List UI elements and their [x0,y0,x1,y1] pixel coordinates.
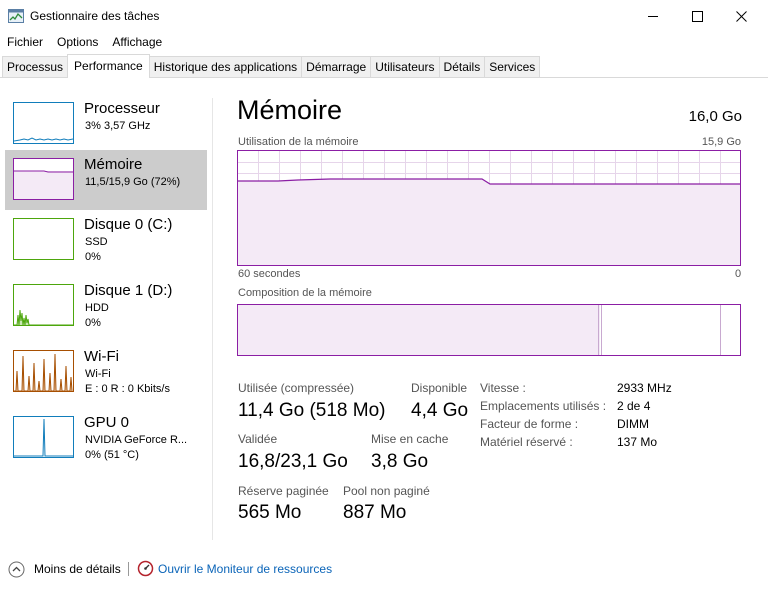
info-speed-label: Vitesse : [480,381,526,395]
stat-paged-label: Réserve paginée [238,484,329,498]
time-axis-left: 60 secondes [238,268,301,280]
close-icon [735,10,747,22]
tab-utilisateurs[interactable]: Utilisateurs [370,56,440,77]
info-reserved-label: Matériel réservé : [480,435,573,449]
sidebar-title: Disque 1 (D:) [84,282,173,299]
minimize-icon [647,15,658,17]
sidebar-subtitle: NVIDIA GeForce R... [85,434,188,446]
gpu-thumbnail-graph [13,416,74,458]
tab-demarrage[interactable]: Démarrage [301,56,372,77]
time-axis-right: 0 [735,268,742,280]
sidebar-title: Wi-Fi [84,348,119,365]
sidebar-item-wifi[interactable]: Wi-Fi Wi-Fi E : 0 R : 0 Kbits/s [5,342,207,402]
sidebar-subtitle: HDD [85,302,109,314]
sidebar-item-disque-0[interactable]: Disque 0 (C:) SSD 0% [5,210,207,270]
tab-processus[interactable]: Processus [2,56,69,77]
sidebar-value: 0% [85,317,101,329]
menu-options[interactable]: Options [50,32,105,52]
resource-monitor-icon[interactable] [137,560,154,577]
task-manager-icon [8,9,24,23]
tab-bar: Processus Performance Historique des app… [2,54,541,78]
sidebar-subtitle: Wi-Fi [85,368,111,380]
stat-cached-label: Mise en cache [371,432,449,446]
open-resource-monitor-link[interactable]: Ouvrir le Moniteur de ressources [158,562,332,576]
disk0-thumbnail-graph [13,218,74,260]
sidebar-subtitle: SSD [85,236,108,248]
usage-graph-label: Utilisation de la mémoire [238,136,359,148]
stat-available-label: Disponible [411,381,468,395]
footer-bar: Moins de détails Ouvrir le Moniteur de r… [0,556,768,582]
tab-performance[interactable]: Performance [67,54,150,78]
cpu-thumbnail-graph [13,102,74,144]
close-button[interactable] [718,0,764,32]
info-form-factor-label: Facteur de forme : [480,417,579,431]
info-slots-value: 2 de 4 [617,399,651,413]
sidebar-title: GPU 0 [84,414,130,431]
minimize-button[interactable] [630,0,676,32]
disk1-thumbnail-graph [13,284,74,326]
sidebar-value: 0% (51 °C) [85,449,139,461]
menu-affichage[interactable]: Affichage [105,32,169,52]
title-bar[interactable]: Gestionnaire des tâches [0,0,768,32]
info-form-factor-value: DIMM [617,417,649,431]
sidebar-subtitle: 11,5/15,9 Go (72%) [85,176,181,188]
stat-used-value: 11,4 Go (518 Mo) [238,400,386,421]
sidebar-subtitle: 3% 3,57 GHz [85,120,151,132]
chevron-up-circle-icon[interactable] [8,561,25,578]
stat-used-label: Utilisée (compressée) [238,381,355,395]
stat-committed-value: 16,8/23,1 Go [238,451,348,472]
sidebar-title: Mémoire [84,156,143,173]
tab-details[interactable]: Détails [438,56,486,77]
resource-sidebar: Processeur 3% 3,57 GHz Mémoire 11,5/15,9… [0,90,212,540]
fewer-details-button[interactable]: Moins de détails [34,562,121,576]
wifi-thumbnail-graph [13,350,74,392]
info-reserved-value: 137 Mo [617,435,658,449]
stat-nonpaged-value: 887 Mo [343,502,407,523]
sidebar-divider [212,98,213,540]
memory-total: 16,0 Go [688,108,742,125]
sidebar-title: Disque 0 (C:) [84,216,173,233]
tab-historique[interactable]: Historique des applications [148,56,303,77]
footer-separator [128,562,129,576]
memory-usage-graph [237,150,741,266]
page-title: Mémoire [237,95,343,125]
memory-thumbnail-graph [13,158,74,200]
menu-fichier[interactable]: Fichier [0,32,50,52]
stat-available-value: 4,4 Go [411,400,469,421]
sidebar-item-processeur[interactable]: Processeur 3% 3,57 GHz [5,94,207,154]
stat-committed-label: Validée [238,432,278,446]
sidebar-item-gpu-0[interactable]: GPU 0 NVIDIA GeForce R... 0% (51 °C) [5,408,207,468]
stat-cached-value: 3,8 Go [371,451,429,472]
memory-composition-bar [237,304,741,356]
usage-graph-max: 15,9 Go [701,136,741,148]
menu-bar: Fichier Options Affichage [0,32,169,52]
maximize-icon [691,10,703,22]
maximize-button[interactable] [674,0,720,32]
tab-services[interactable]: Services [484,56,541,77]
composition-label: Composition de la mémoire [238,287,372,299]
info-slots-label: Emplacements utilisés : [480,399,607,413]
sidebar-value: 0% [85,251,101,263]
sidebar-value: E : 0 R : 0 Kbits/s [85,383,170,395]
window-title: Gestionnaire des tâches [30,9,160,23]
stat-paged-value: 565 Mo [238,502,302,523]
stat-nonpaged-label: Pool non paginé [343,484,430,498]
sidebar-title: Processeur [84,100,160,117]
sidebar-item-disque-1[interactable]: Disque 1 (D:) HDD 0% [5,276,207,336]
sidebar-item-memoire[interactable]: Mémoire 11,5/15,9 Go (72%) [5,150,207,210]
info-speed-value: 2933 MHz [617,381,672,395]
